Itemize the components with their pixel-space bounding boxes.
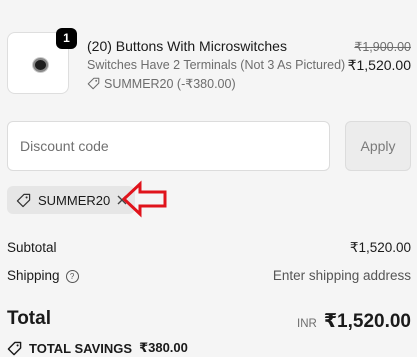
arrow-left-icon xyxy=(121,180,167,218)
total-value: ₹1,520.00 xyxy=(323,311,411,332)
currency-code: INR xyxy=(297,318,317,330)
subtotal-label: Subtotal xyxy=(7,240,57,255)
total-label: Total xyxy=(7,308,51,329)
tag-icon xyxy=(7,341,22,355)
product-discount-text: SUMMER20 (-₹380.00) xyxy=(104,77,236,91)
applied-discount-code: SUMMER20 xyxy=(38,192,111,208)
shipping-row: Shipping? Enter shipping address xyxy=(7,268,411,283)
product-image xyxy=(35,60,46,70)
total-savings: TOTAL SAVINGS ₹380.00 xyxy=(7,340,188,356)
shipping-label: Shipping xyxy=(7,268,60,283)
apply-button[interactable]: Apply xyxy=(345,121,411,171)
total-row: Total INR ₹1,520.00 xyxy=(7,308,411,332)
shipping-value: Enter shipping address xyxy=(272,268,411,283)
discount-code-input[interactable] xyxy=(7,121,330,171)
product-discount: SUMMER20 (-₹380.00) xyxy=(87,76,236,91)
quantity-badge: 1 xyxy=(56,28,77,49)
help-circle-icon[interactable]: ? xyxy=(65,270,79,283)
product-variant: Switches Have 2 Terminals (Not 3 As Pict… xyxy=(87,58,346,72)
tag-icon xyxy=(87,77,100,90)
subtotal-row: Subtotal ₹1,520.00 xyxy=(7,240,411,255)
savings-label: TOTAL SAVINGS xyxy=(29,340,133,356)
tag-icon xyxy=(16,193,31,208)
line-item: 1 (20) Buttons With Microswitches Switch… xyxy=(7,28,411,95)
product-name: (20) Buttons With Microswitches xyxy=(87,38,287,54)
subtotal-value: ₹1,520.00 xyxy=(349,240,411,255)
applied-discount-chip: SUMMER20 xyxy=(7,186,136,214)
savings-value: ₹380.00 xyxy=(139,340,188,355)
discounted-price: ₹1,520.00 xyxy=(347,57,411,73)
original-price: ₹1,900.00 xyxy=(354,40,411,54)
